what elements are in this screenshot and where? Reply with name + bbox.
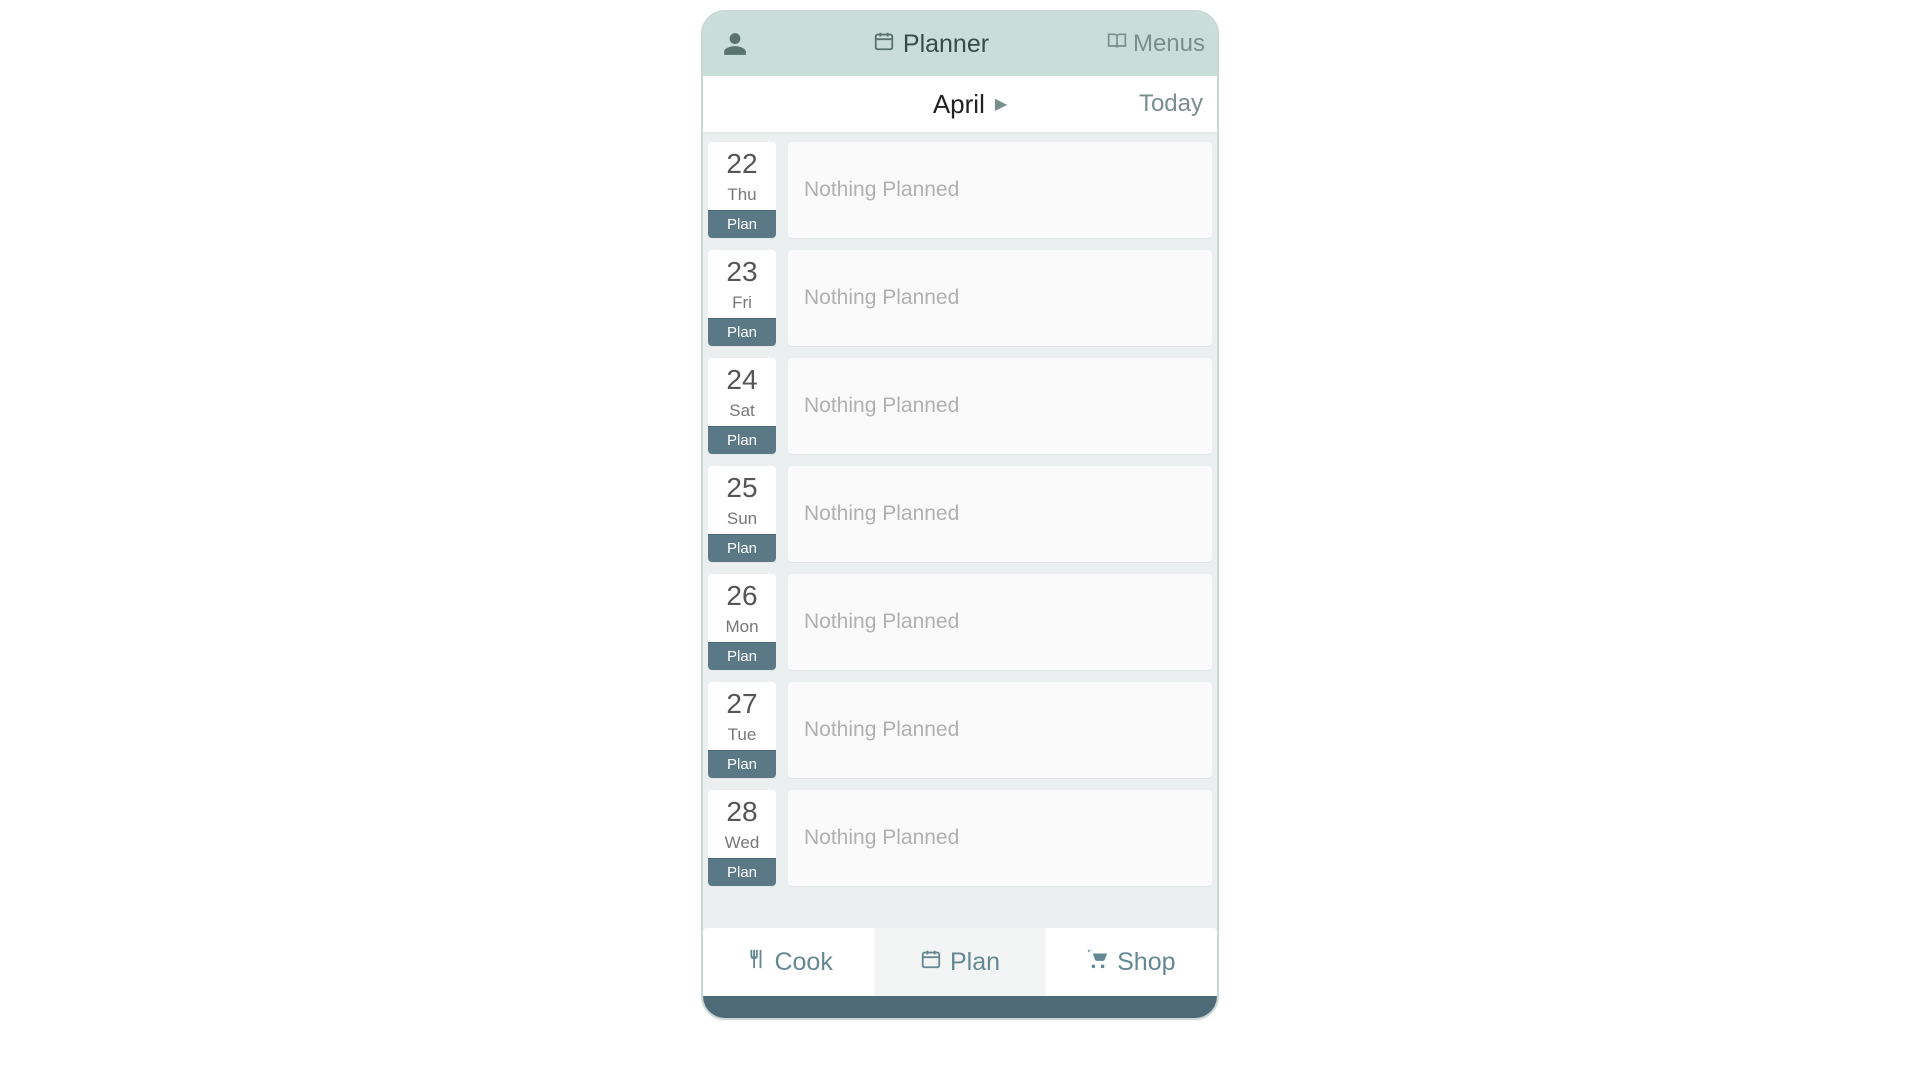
day-row: 22 Thu Plan Nothing Planned xyxy=(708,142,1212,238)
day-name: Sat xyxy=(729,401,755,421)
day-name: Sun xyxy=(727,509,757,529)
month-selector[interactable]: April ▶ xyxy=(933,89,1007,120)
nothing-planned-text: Nothing Planned xyxy=(804,502,959,526)
tab-plan-label: Plan xyxy=(950,948,1000,977)
day-row: 26 Mon Plan Nothing Planned xyxy=(708,574,1212,670)
day-name: Tue xyxy=(728,725,757,745)
day-name: Fri xyxy=(732,293,752,313)
calendar-icon xyxy=(873,30,895,59)
menus-link[interactable]: Menus xyxy=(1107,30,1205,58)
plan-button[interactable]: Plan xyxy=(708,858,776,886)
page-title: Planner xyxy=(873,30,989,59)
nav-tabs: Cook Plan Shop xyxy=(703,928,1217,996)
days-list: 22 Thu Plan Nothing Planned 23 Fri Plan … xyxy=(703,134,1217,938)
book-icon xyxy=(1107,30,1127,58)
day-name: Thu xyxy=(727,185,756,205)
day-cell: 23 Fri Plan xyxy=(708,250,776,346)
chevron-right-icon: ▶ xyxy=(995,94,1007,114)
day-content[interactable]: Nothing Planned xyxy=(788,250,1212,346)
day-cell: 22 Thu Plan xyxy=(708,142,776,238)
tab-shop-label: Shop xyxy=(1117,948,1175,977)
tab-cook-label: Cook xyxy=(774,948,832,977)
utensils-icon xyxy=(744,948,766,977)
day-content[interactable]: Nothing Planned xyxy=(788,142,1212,238)
tab-shop[interactable]: Shop xyxy=(1046,928,1217,996)
day-cell: 24 Sat Plan xyxy=(708,358,776,454)
plan-button[interactable]: Plan xyxy=(708,426,776,454)
tab-plan[interactable]: Plan xyxy=(874,928,1045,996)
plan-button[interactable]: Plan xyxy=(708,750,776,778)
nothing-planned-text: Nothing Planned xyxy=(804,610,959,634)
day-content[interactable]: Nothing Planned xyxy=(788,790,1212,886)
nothing-planned-text: Nothing Planned xyxy=(804,394,959,418)
day-number: 24 xyxy=(726,366,757,394)
menus-label: Menus xyxy=(1133,30,1205,58)
day-number: 26 xyxy=(726,582,757,610)
bottom-nav: Cook Plan Shop xyxy=(703,938,1217,1018)
plan-button[interactable]: Plan xyxy=(708,210,776,238)
day-row: 25 Sun Plan Nothing Planned xyxy=(708,466,1212,562)
plan-button[interactable]: Plan xyxy=(708,534,776,562)
day-content[interactable]: Nothing Planned xyxy=(788,682,1212,778)
day-content[interactable]: Nothing Planned xyxy=(788,466,1212,562)
cart-icon xyxy=(1087,948,1109,977)
day-cell: 26 Mon Plan xyxy=(708,574,776,670)
nothing-planned-text: Nothing Planned xyxy=(804,178,959,202)
day-row: 23 Fri Plan Nothing Planned xyxy=(708,250,1212,346)
page-title-text: Planner xyxy=(903,30,989,59)
day-content[interactable]: Nothing Planned xyxy=(788,358,1212,454)
today-button[interactable]: Today xyxy=(1139,90,1203,118)
app-frame: Planner Menus April ▶ Today 22 Thu Plan … xyxy=(701,10,1219,1020)
day-name: Wed xyxy=(725,833,760,853)
nothing-planned-text: Nothing Planned xyxy=(804,718,959,742)
day-cell: 25 Sun Plan xyxy=(708,466,776,562)
day-number: 28 xyxy=(726,798,757,826)
day-number: 22 xyxy=(726,150,757,178)
day-number: 25 xyxy=(726,474,757,502)
plan-button[interactable]: Plan xyxy=(708,318,776,346)
nothing-planned-text: Nothing Planned xyxy=(804,286,959,310)
plan-button[interactable]: Plan xyxy=(708,642,776,670)
nothing-planned-text: Nothing Planned xyxy=(804,826,959,850)
day-content[interactable]: Nothing Planned xyxy=(788,574,1212,670)
day-row: 24 Sat Plan Nothing Planned xyxy=(708,358,1212,454)
day-row: 27 Tue Plan Nothing Planned xyxy=(708,682,1212,778)
day-cell: 27 Tue Plan xyxy=(708,682,776,778)
profile-icon[interactable] xyxy=(715,31,755,57)
calendar-icon xyxy=(920,948,942,977)
day-row: 28 Wed Plan Nothing Planned xyxy=(708,790,1212,886)
day-cell: 28 Wed Plan xyxy=(708,790,776,886)
day-number: 27 xyxy=(726,690,757,718)
header-bar: Planner Menus xyxy=(703,12,1217,76)
tab-cook[interactable]: Cook xyxy=(703,928,874,996)
day-number: 23 xyxy=(726,258,757,286)
day-name: Mon xyxy=(725,617,758,637)
month-label: April xyxy=(933,89,985,120)
month-bar: April ▶ Today xyxy=(703,76,1217,134)
